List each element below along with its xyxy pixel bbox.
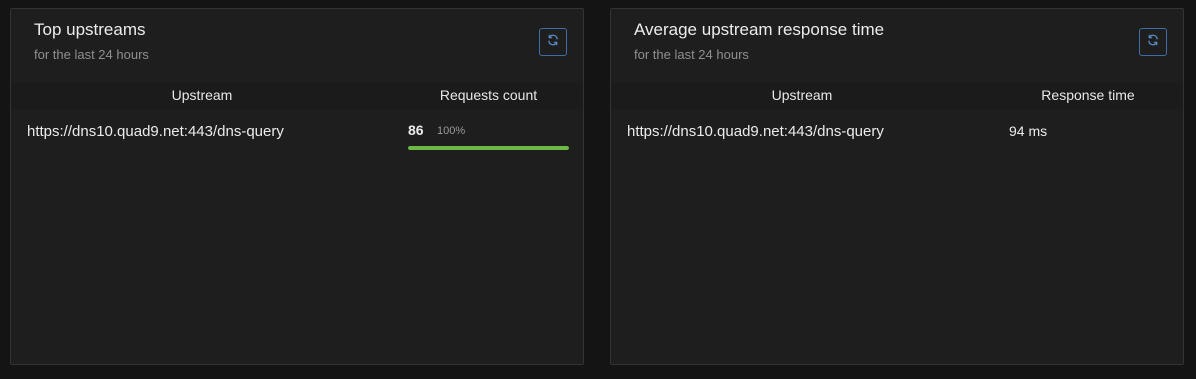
column-header-requests-count[interactable]: Requests count <box>408 87 569 103</box>
upstream-url[interactable]: https://dns10.quad9.net:443/dns-query <box>627 123 884 140</box>
requests-count: 86 <box>408 122 424 138</box>
card-title: Average upstream response time <box>634 20 885 39</box>
requests-percent: 100% <box>437 125 466 137</box>
avg-response-time-card: Average upstream response time for the l… <box>610 8 1184 365</box>
refresh-button[interactable] <box>1139 28 1167 56</box>
refresh-button[interactable] <box>539 28 567 56</box>
requests-progress-bar <box>408 146 569 150</box>
table-row: https://dns10.quad9.net:443/dns-query 94… <box>611 117 1183 157</box>
column-header-upstream[interactable]: Upstream <box>611 87 993 103</box>
column-header-response-time[interactable]: Response time <box>1009 87 1167 103</box>
table-header: Upstream Requests count <box>11 83 583 109</box>
table-header: Upstream Response time <box>611 83 1183 109</box>
column-header-upstream[interactable]: Upstream <box>11 87 393 103</box>
table-row: https://dns10.quad9.net:443/dns-query 86… <box>11 117 583 157</box>
upstream-url[interactable]: https://dns10.quad9.net:443/dns-query <box>27 123 284 140</box>
response-time-value: 94 ms <box>1009 123 1048 139</box>
refresh-icon <box>547 33 559 51</box>
card-subtitle: for the last 24 hours <box>634 47 749 62</box>
requests-progress-fill <box>408 146 569 150</box>
card-title: Top upstreams <box>34 20 146 39</box>
refresh-icon <box>1147 33 1159 51</box>
top-upstreams-card: Top upstreams for the last 24 hours Upst… <box>10 8 584 365</box>
card-subtitle: for the last 24 hours <box>34 47 149 62</box>
